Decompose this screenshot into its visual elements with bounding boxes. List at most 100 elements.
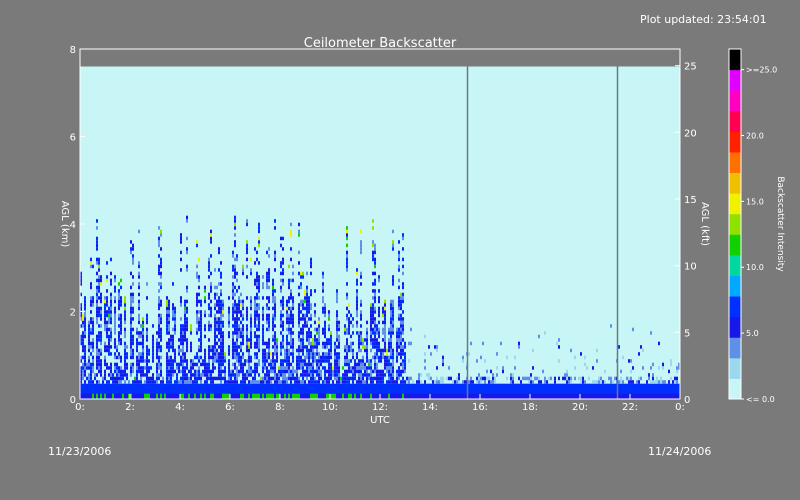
heatmap-cell xyxy=(334,376,336,381)
heatmap-cell xyxy=(144,380,146,384)
heatmap-cell xyxy=(292,331,294,335)
heatmap-column xyxy=(648,373,650,399)
heatmap-cell xyxy=(326,355,328,360)
heatmap-cell xyxy=(316,393,318,399)
heatmap-cell xyxy=(186,373,188,377)
heatmap-cell xyxy=(392,278,394,283)
heatmap-cell xyxy=(286,338,288,342)
heatmap-cell xyxy=(236,313,238,318)
heatmap-cell xyxy=(642,348,644,353)
heatmap-cell xyxy=(298,229,300,234)
heatmap-cell xyxy=(190,327,192,332)
heatmap-cell xyxy=(336,393,338,399)
heatmap-cell xyxy=(268,299,270,304)
heatmap-cell xyxy=(266,250,268,255)
heatmap-cell xyxy=(332,369,334,374)
heatmap-cell xyxy=(378,334,380,339)
heatmap-cell xyxy=(318,317,320,321)
heatmap-cell xyxy=(82,369,84,374)
heatmap-cell xyxy=(322,366,324,370)
heatmap-cell xyxy=(214,306,216,311)
heatmap-cell xyxy=(246,324,248,328)
heatmap-cell xyxy=(246,313,248,318)
heatmap-cell xyxy=(210,285,212,290)
heatmap-cell xyxy=(212,393,214,399)
heatmap-cell xyxy=(572,393,574,399)
heatmap-cell xyxy=(404,355,406,360)
heatmap-cell xyxy=(382,352,384,356)
heatmap-cell xyxy=(220,355,222,360)
heatmap-cell xyxy=(322,296,324,300)
heatmap-cell xyxy=(254,345,256,349)
heatmap-cell xyxy=(106,261,108,265)
heatmap-cell xyxy=(290,320,292,325)
heatmap-cell xyxy=(648,373,650,377)
heatmap-cell xyxy=(304,324,306,328)
heatmap-cell xyxy=(118,366,120,370)
heatmap-cell xyxy=(140,393,142,399)
heatmap-cell xyxy=(198,317,200,321)
heatmap-cell xyxy=(114,296,116,300)
heatmap-cell xyxy=(248,393,250,399)
heatmap-cell xyxy=(262,285,264,290)
heatmap-cell xyxy=(116,348,118,353)
heatmap-cell xyxy=(610,324,612,328)
heatmap-cell xyxy=(314,320,316,325)
heatmap-cell xyxy=(146,362,148,367)
heatmap-cell xyxy=(256,250,258,255)
heatmap-cell xyxy=(256,271,258,276)
heatmap-cell xyxy=(300,373,302,377)
heatmap-cell xyxy=(198,320,200,325)
heatmap-column xyxy=(510,373,512,399)
heatmap-cell xyxy=(154,380,156,384)
heatmap-cell xyxy=(104,376,106,381)
heatmap-cell xyxy=(260,380,262,384)
heatmap-cell xyxy=(120,341,122,346)
heatmap-cell xyxy=(346,355,348,360)
heatmap-cell xyxy=(298,292,300,297)
heatmap-cell xyxy=(398,313,400,318)
heatmap-cell xyxy=(352,369,354,374)
heatmap-cell xyxy=(372,355,374,360)
heatmap-cell xyxy=(174,380,176,384)
heatmap-cell xyxy=(160,338,162,342)
heatmap-cell xyxy=(282,362,284,367)
heatmap-cell xyxy=(250,355,252,360)
heatmap-cell xyxy=(208,345,210,349)
heatmap-column xyxy=(330,331,332,399)
heatmap-cell xyxy=(146,331,148,335)
heatmap-cell xyxy=(98,289,100,293)
heatmap-cell xyxy=(142,348,144,353)
heatmap-cell xyxy=(272,320,274,325)
heatmap-cell xyxy=(110,331,112,335)
heatmap-cell xyxy=(110,320,112,325)
heatmap-cell xyxy=(136,331,138,335)
heatmap-cell xyxy=(232,338,234,342)
heatmap-cell xyxy=(222,324,224,328)
heatmap-cell xyxy=(318,320,320,325)
heatmap-cell xyxy=(258,306,260,311)
heatmap-cell xyxy=(254,317,256,321)
heatmap-cell xyxy=(84,313,86,318)
heatmap-cell xyxy=(118,355,120,360)
heatmap-cell xyxy=(310,261,312,265)
heatmap-cell xyxy=(398,303,400,307)
heatmap-cell xyxy=(318,355,320,360)
heatmap-cell xyxy=(104,320,106,325)
heatmap-cell xyxy=(424,334,426,339)
heatmap-cell xyxy=(236,324,238,328)
heatmap-cell xyxy=(374,306,376,311)
heatmap-cell xyxy=(392,359,394,363)
heatmap-cell xyxy=(198,348,200,353)
heatmap-cell xyxy=(272,313,274,318)
heatmap-cell xyxy=(322,271,324,276)
heatmap-cell xyxy=(396,348,398,353)
heatmap-cell xyxy=(392,247,394,251)
heatmap-cell xyxy=(326,352,328,356)
heatmap-cell xyxy=(214,317,216,321)
heatmap-cell xyxy=(204,289,206,293)
heatmap-cell xyxy=(378,369,380,374)
heatmap-cell xyxy=(130,313,132,318)
heatmap-cell xyxy=(390,303,392,307)
heatmap-cell xyxy=(280,243,282,248)
